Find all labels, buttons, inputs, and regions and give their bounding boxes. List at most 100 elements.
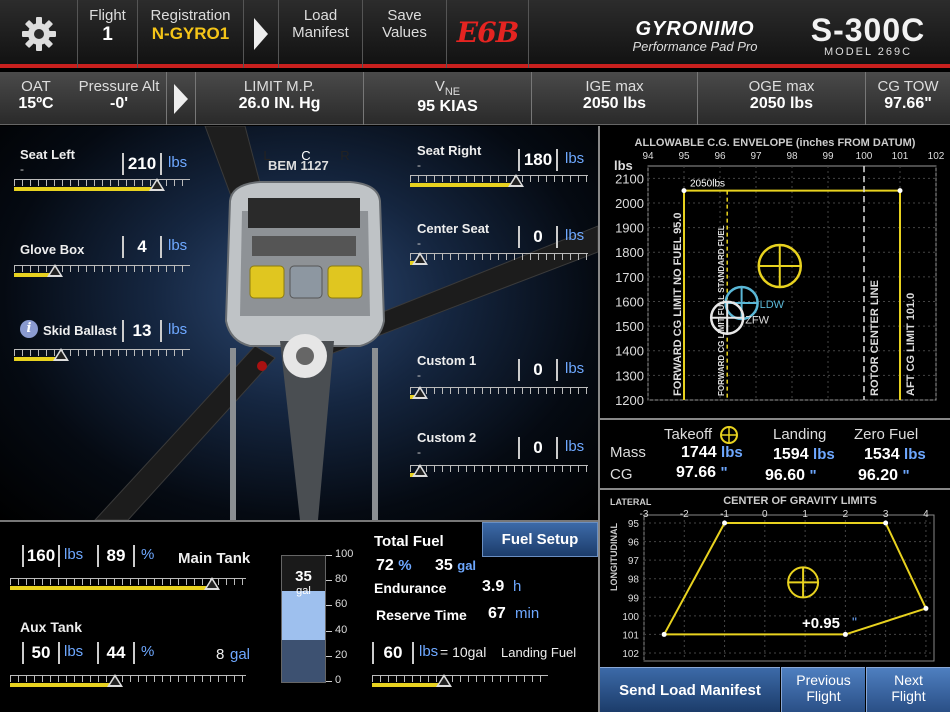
main-tank-pct-input[interactable]: 89 [97, 545, 135, 567]
seat-right-unit: lbs [565, 150, 585, 167]
slider-ticks [410, 387, 588, 394]
limit-mp-label: LIMIT M.P. [243, 78, 316, 95]
lateral-cg-title: CENTER OF GRAVITY LIMITS [723, 495, 877, 507]
slider-ticks [14, 265, 190, 272]
slider-fill [14, 187, 157, 191]
oat-cell[interactable]: OAT 15ºC [0, 72, 72, 125]
save-values-button[interactable]: Save Values [363, 0, 447, 68]
reserve-time-label: Reserve Time [376, 607, 467, 623]
mass-row-label: Mass [610, 444, 646, 461]
aux-tank-slider[interactable] [10, 672, 246, 688]
slider-thumb-inner[interactable] [110, 677, 121, 685]
cg-tow-cell: CG TOW 97.66" [866, 72, 950, 125]
next-flight-line1: Next [894, 672, 923, 688]
conditions-arrow[interactable] [166, 72, 196, 125]
total-fuel-label: Total Fuel [374, 533, 444, 550]
lateral-envelope-vertex [883, 520, 889, 526]
registration-selector[interactable]: Registration N-GYRO1 [138, 0, 243, 68]
slider-ticks [410, 175, 588, 182]
seat-left-input[interactable]: 210 [122, 153, 162, 175]
custom1-input[interactable]: 0 [518, 359, 558, 381]
e6b-button[interactable]: E6B [447, 0, 529, 68]
envelope-y-tick: 2000 [615, 196, 644, 211]
lateral-y-tick: 96 [628, 538, 640, 549]
slider-ticks [372, 675, 548, 682]
vne-subscript: NE [444, 86, 461, 98]
glove-box-slider[interactable] [14, 262, 190, 278]
custom2-input[interactable]: 0 [518, 437, 558, 459]
gauge-tick-label: 60 [335, 598, 348, 611]
registration-value: N-GYRO1 [151, 24, 230, 43]
main-tank-slider[interactable] [10, 575, 246, 591]
flight-selector[interactable]: Flight 1 [78, 0, 138, 68]
slider-thumb-inner[interactable] [151, 181, 162, 189]
info-icon[interactable]: i [20, 320, 38, 338]
aux-tank-pct-input[interactable]: 44 [97, 642, 135, 664]
custom1-label: Custom 1 [417, 353, 477, 368]
slider-thumb-inner[interactable] [415, 255, 425, 263]
envelope-y-tick: 1600 [615, 294, 644, 309]
settings-button[interactable] [0, 0, 78, 68]
aft-cg-limit-label: AFT CG LIMIT 101.0 [905, 293, 917, 396]
save-values-line1: Save [387, 7, 422, 24]
glove-box-input[interactable]: 4 [122, 236, 162, 258]
zero-fuel-mass: 1534 lbs [864, 446, 926, 463]
slider-ticks [410, 253, 588, 260]
skid-ballast-input[interactable]: 13 [122, 320, 162, 342]
glove-box-unit: lbs [168, 237, 188, 254]
center-seat-input[interactable]: 0 [518, 226, 558, 248]
envelope-x-tick: 95 [678, 151, 690, 162]
landing-fuel-slider[interactable] [372, 672, 548, 688]
seat-right-input[interactable]: 180 [518, 149, 558, 171]
envelope-x-tick: 98 [786, 151, 798, 162]
takeoff-crosshair-icon [720, 426, 738, 444]
envelope-x-tick: 96 [714, 151, 726, 162]
glove-box-label: Glove Box [20, 242, 85, 257]
slider-thumb-inner[interactable] [415, 467, 425, 475]
oge-value: 2050 lbs [749, 95, 814, 112]
pressure-alt-cell[interactable]: Pressure Alt -0' [72, 72, 166, 125]
send-load-manifest-button[interactable]: Send Load Manifest [600, 667, 780, 712]
seat-right-dash: - [417, 158, 421, 172]
slider-thumb-inner[interactable] [50, 267, 61, 275]
slider-thumb-inner[interactable] [415, 389, 425, 397]
chevron-right-icon [254, 18, 268, 50]
previous-flight-button[interactable]: Previous Flight [781, 667, 865, 712]
lateral-offset-value: +0.95 [802, 615, 840, 632]
aux-tank-lbs-input[interactable]: 50 [22, 642, 60, 664]
landing-fuel-gallons: = 10gal [440, 644, 487, 660]
cg-row-label: CG [610, 466, 633, 483]
slider-thumb-inner[interactable] [511, 177, 522, 185]
landing-fuel-input[interactable]: 60 [372, 642, 414, 664]
load-manifest-button[interactable]: Load Manifest [279, 0, 363, 68]
slider-thumb-inner[interactable] [439, 677, 450, 685]
lateral-y-tick: 100 [622, 612, 639, 623]
fuel-setup-button[interactable]: Fuel Setup [482, 522, 598, 557]
landing-fuel-label: Landing Fuel [501, 645, 577, 660]
skid-ballast-slider[interactable] [14, 346, 190, 362]
gauge-tick-label: 0 [335, 674, 342, 686]
lateral-axis-label: LATERAL [610, 497, 652, 507]
seat-left-unit: lbs [168, 154, 188, 171]
gauge-tick [326, 681, 332, 682]
cg-tow-label: CG TOW [877, 78, 939, 95]
aircraft-next-arrow[interactable] [243, 0, 279, 68]
gauge-tick-label: 20 [335, 648, 348, 661]
custom1-slider[interactable] [410, 384, 588, 400]
envelope-x-tick: 102 [928, 151, 945, 162]
main-tank-lbs-input[interactable]: 160 [22, 545, 60, 567]
slider-thumb-inner[interactable] [56, 351, 67, 359]
seat-right-slider[interactable] [410, 172, 588, 188]
cg-tow-value: 97.66" [884, 95, 932, 112]
center-seat-label: Center Seat [417, 221, 490, 236]
slider-fill [372, 683, 445, 687]
fuel-gauge-value: 35 [295, 568, 312, 585]
custom2-slider[interactable] [410, 462, 588, 478]
lateral-cg-chart: CENTER OF GRAVITY LIMITS LATERAL LONGITU… [600, 491, 950, 667]
center-seat-slider[interactable] [410, 250, 588, 266]
aux-tank-label: Aux Tank [20, 619, 82, 635]
forward-cg-limit-label: FORWARD CG LIMIT NO FUEL 95.0 [672, 212, 684, 396]
slider-thumb-inner[interactable] [207, 580, 218, 588]
next-flight-button[interactable]: Next Flight [866, 667, 950, 712]
seat-left-slider[interactable] [14, 176, 190, 192]
